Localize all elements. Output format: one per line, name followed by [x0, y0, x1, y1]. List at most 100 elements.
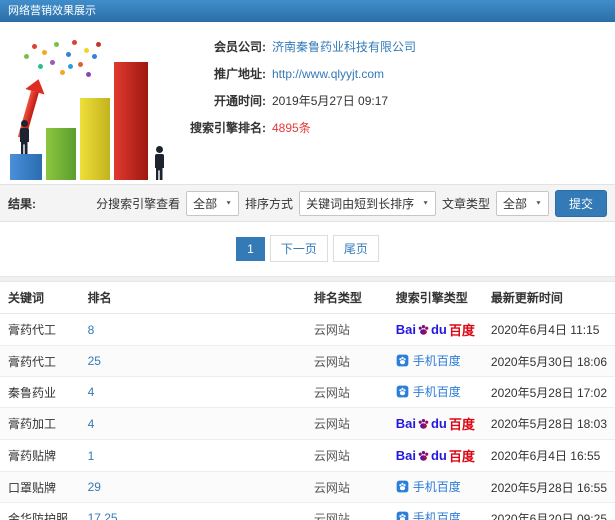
engine-cell: Bai du 百度 手机百度: [387, 439, 483, 472]
table-body: 膏药代工 8 云网站 Bai du 百度 2020年6月4日 11:15 膏药代…: [0, 313, 615, 520]
mobile-baidu-icon: [396, 511, 409, 520]
keyword-cell: 金华防护服: [0, 502, 80, 520]
sort-filter-select[interactable]: 关键词由短到长排序 ▼: [299, 190, 437, 216]
rank-count-label: 搜索引擎排名:: [190, 121, 266, 135]
header-rank-type: 排名类型: [305, 282, 388, 314]
shouji-baidu[interactable]: 手机百度: [396, 478, 461, 495]
confetti-dots: [32, 44, 37, 49]
updated-cell: 2020年5月28日 18:03: [482, 407, 615, 440]
engine-cell: Bai du 百度 手机百度: [387, 471, 483, 503]
updated-cell: 2020年5月28日 17:02: [482, 376, 615, 408]
info-row-company: 会员公司: 济南秦鲁药业科技有限公司: [178, 38, 416, 56]
bar-yellow: [80, 98, 110, 180]
info-row-rank: 搜索引擎排名: 4895条: [178, 119, 416, 137]
info-row-opened: 开通时间: 2019年5月27日 09:17: [178, 92, 416, 110]
page-title: 网络营销效果展示: [8, 5, 96, 17]
header-engine-type: 搜索引擎类型: [387, 282, 483, 314]
engine-cell: Bai du 百度 手机百度: [387, 345, 483, 377]
engine-filter-select[interactable]: 全部 ▼: [186, 190, 240, 216]
table-row: 口罩贴牌 29 云网站 Bai du 百度: [0, 471, 615, 503]
article-type-select[interactable]: 全部 ▼: [496, 190, 549, 216]
sort-filter-label: 排序方式: [245, 196, 294, 211]
shouji-baidu[interactable]: 手机百度: [396, 383, 461, 400]
opened-label: 开通时间:: [214, 94, 266, 108]
mobile-baidu-icon: [396, 354, 409, 367]
updated-cell: 2020年5月28日 16:55: [482, 471, 615, 503]
header-keyword: 关键词: [0, 282, 80, 314]
table-header-row: 关键词 排名 排名类型 搜索引擎类型 最新更新时间: [0, 282, 615, 314]
member-info-list: 会员公司: 济南秦鲁药业科技有限公司 推广地址: http://www.qlyy…: [178, 38, 416, 146]
shouji-baidu[interactable]: 手机百度: [396, 509, 461, 520]
page-button-current[interactable]: 1: [236, 236, 265, 261]
shouji-baidu[interactable]: 手机百度: [396, 352, 461, 369]
page: 网络营销效果展示 会员公司: 济南秦鲁药业科技有限公司 推广地址: http:/…: [0, 0, 615, 520]
baidu-logo[interactable]: Bai du 百度: [396, 414, 475, 433]
info-row-url: 推广地址: http://www.qlyyjt.com: [178, 65, 416, 83]
rank-link[interactable]: 4: [88, 385, 95, 399]
keyword-table: 关键词 排名 排名类型 搜索引擎类型 最新更新时间 膏药代工 8 云网站 Bai…: [0, 282, 615, 520]
mobile-baidu-icon: [396, 385, 409, 398]
chevron-down-icon: ▼: [422, 200, 430, 206]
bar-blue: [10, 154, 42, 180]
rank-link[interactable]: 25: [88, 354, 101, 368]
rank-link[interactable]: 29: [88, 480, 101, 494]
results-label: 结果:: [8, 196, 36, 211]
table-row: 金华防护服 17,25 云网站 Bai du 百度: [0, 502, 615, 520]
promotion-url-link[interactable]: http://www.qlyyjt.com: [272, 65, 384, 83]
engine-cell: Bai du 百度 手机百度: [387, 407, 483, 440]
company-link[interactable]: 济南秦鲁药业科技有限公司: [272, 38, 416, 56]
table-row: 膏药加工 4 云网站 Bai du 百度 2020年5月28日 18:03: [0, 407, 615, 440]
engine-cell: Bai du 百度 手机百度: [387, 313, 483, 346]
rank-link[interactable]: 17,25: [88, 511, 118, 520]
engine-filter-label: 分搜索引擎查看: [96, 196, 181, 211]
submit-button[interactable]: 提交: [554, 189, 607, 217]
rank-link[interactable]: 1: [88, 449, 95, 463]
rank-count-value: 4895条: [272, 121, 311, 135]
filters: 分搜索引擎查看 全部 ▼ 排序方式 关键词由短到长排序 ▼ 文章类型 全部 ▼ …: [96, 189, 607, 217]
mobile-baidu-icon: [396, 480, 409, 493]
table-row: 秦鲁药业 4 云网站 Bai du 百度: [0, 376, 615, 408]
rank-type-cell: 云网站: [305, 313, 388, 346]
businessman-right: [152, 146, 166, 180]
last-page-button[interactable]: 尾页: [332, 235, 379, 262]
baidu-logo[interactable]: Bai du 百度: [396, 320, 475, 339]
info-section: 会员公司: 济南秦鲁药业科技有限公司 推广地址: http://www.qlyy…: [0, 22, 615, 184]
table-row: 膏药贴牌 1 云网站 Bai du 百度 2020年6月4日 16:55: [0, 439, 615, 472]
baidu-logo[interactable]: Bai du 百度: [396, 446, 475, 465]
rank-type-cell: 云网站: [305, 407, 388, 440]
chevron-down-icon: ▼: [535, 200, 542, 206]
table-row: 膏药代工 25 云网站 Bai du 百度: [0, 345, 615, 377]
pagination: 1 下一页 尾页: [0, 222, 615, 276]
company-label: 会员公司:: [214, 40, 266, 54]
chart-illustration: [6, 32, 176, 180]
keyword-cell: 膏药代工: [0, 313, 80, 346]
rank-type-cell: 云网站: [305, 439, 388, 472]
rank-link[interactable]: 4: [88, 417, 95, 431]
table-row: 膏药代工 8 云网站 Bai du 百度 2020年6月4日 11:15: [0, 313, 615, 346]
header-rank: 排名: [79, 282, 306, 314]
bar-red: [114, 62, 148, 180]
engine-cell: Bai du 百度 手机百度: [387, 376, 483, 408]
article-type-filter-label: 文章类型: [442, 196, 491, 211]
keyword-cell: 口罩贴牌: [0, 471, 80, 503]
rank-type-cell: 云网站: [305, 502, 388, 520]
updated-cell: 2020年6月4日 16:55: [482, 439, 615, 472]
url-label: 推广地址:: [214, 67, 266, 81]
next-page-button[interactable]: 下一页: [269, 235, 328, 262]
chevron-down-icon: ▼: [225, 200, 233, 206]
keyword-cell: 膏药代工: [0, 345, 80, 377]
header-updated: 最新更新时间: [482, 282, 615, 314]
bar-green: [46, 128, 76, 180]
rank-type-cell: 云网站: [305, 471, 388, 503]
keyword-cell: 秦鲁药业: [0, 376, 80, 408]
keyword-cell: 膏药贴牌: [0, 439, 80, 472]
keyword-cell: 膏药加工: [0, 407, 80, 440]
opened-value: 2019年5月27日 09:17: [272, 94, 389, 108]
businessman-left: [17, 120, 31, 154]
results-filter-bar: 结果: 分搜索引擎查看 全部 ▼ 排序方式 关键词由短到长排序 ▼ 文章类型 全…: [0, 184, 615, 222]
baidu-paw-icon: [418, 324, 429, 335]
engine-cell: Bai du 百度 手机百度: [387, 502, 483, 520]
updated-cell: 2020年6月20日 09:25: [482, 502, 615, 520]
rank-link[interactable]: 8: [88, 323, 95, 337]
title-bar: 网络营销效果展示: [0, 0, 615, 22]
